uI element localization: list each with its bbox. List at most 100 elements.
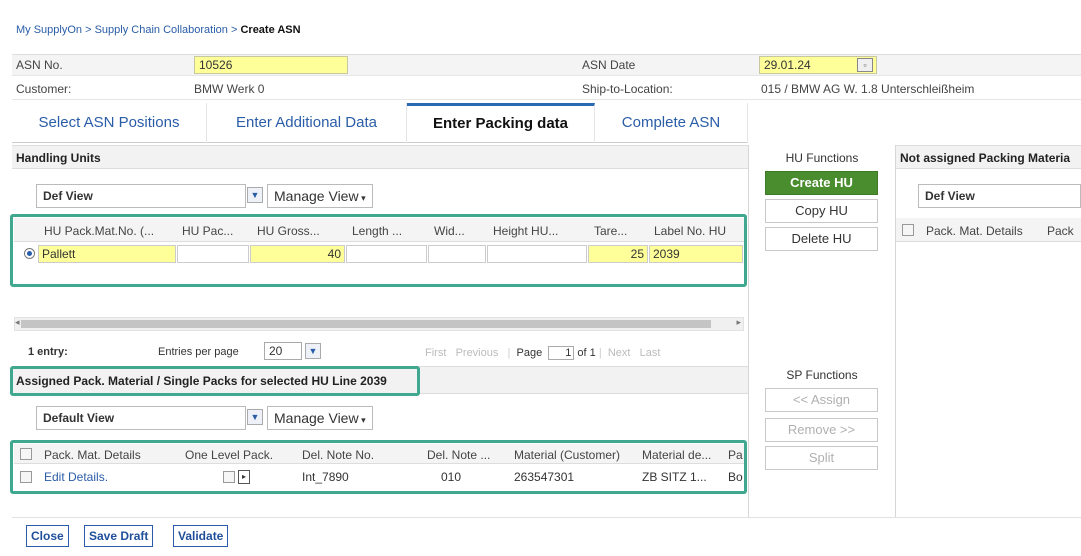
document-icon[interactable]: ▸ [238, 470, 250, 484]
breadcrumb: My SupplyOn > Supply Chain Collaboration… [16, 24, 301, 36]
footer-divider [12, 517, 1081, 518]
hu-cell-gross[interactable]: 40 [250, 245, 345, 263]
radio-dot-icon [27, 251, 32, 256]
hu-col-label-no[interactable]: Label No. HU [654, 224, 742, 238]
validate-button[interactable]: Validate [173, 525, 229, 547]
not-assigned-select-all-checkbox[interactable] [902, 224, 914, 236]
select-all-checkbox[interactable] [20, 448, 32, 460]
chevron-down-icon[interactable]: ▼ [247, 409, 263, 425]
ship-to-label: Ship-to-Location: [582, 82, 673, 96]
customer-label: Customer: [16, 82, 72, 96]
hu-cell-label-no[interactable]: 2039 [649, 245, 743, 263]
divider [895, 145, 896, 517]
pager-previous[interactable]: Previous [456, 347, 499, 359]
tab-select-asn-positions[interactable]: Select ASN Positions [12, 103, 207, 143]
close-button[interactable]: Close [26, 525, 69, 547]
breadcrumb-separator: > [85, 24, 92, 36]
breadcrumb-mysupplyon[interactable]: My SupplyOn [16, 24, 82, 36]
pager-page-label: Page [516, 347, 543, 359]
caret-down-icon: ▾ [358, 415, 366, 425]
pager-first[interactable]: First [425, 347, 446, 359]
one-level-pack-checkbox[interactable] [223, 471, 235, 483]
wizard-tabs: Select ASN Positions Enter Additional Da… [12, 103, 748, 143]
assigned-col-details[interactable]: Pack. Mat. Details [44, 448, 141, 462]
hu-col-tare[interactable]: Tare... [594, 224, 646, 238]
save-draft-button[interactable]: Save Draft [84, 525, 154, 547]
caret-down-icon: ▾ [358, 193, 366, 203]
ship-to-value: 015 / BMW AG W. 1.8 Unterschleißheim [761, 82, 975, 96]
assigned-cell-del-note-no: Int_7890 [302, 470, 349, 484]
hu-col-length[interactable]: Length ... [352, 224, 422, 238]
entries-per-page-select[interactable]: 20 [264, 342, 302, 360]
pager: First Previous | Page 1 of 1 | Next Last [425, 346, 660, 360]
assigned-manage-view-button[interactable]: Manage View ▾ [267, 406, 373, 430]
assigned-col-pa[interactable]: Pa [728, 448, 744, 462]
assign-button[interactable]: << Assign [765, 388, 878, 412]
hu-cell-length[interactable] [346, 245, 427, 263]
scrollbar-thumb[interactable] [21, 320, 711, 328]
create-hu-button[interactable]: Create HU [765, 171, 878, 195]
hu-col-pack-mat[interactable]: HU Pack.Mat.No. (... [44, 224, 170, 238]
breadcrumb-supply-chain[interactable]: Supply Chain Collaboration [95, 24, 228, 36]
not-assigned-col-details[interactable]: Pack. Mat. Details [926, 224, 1023, 238]
hu-row-radio[interactable] [24, 248, 35, 259]
not-assigned-view-select[interactable]: Def View [918, 184, 1081, 208]
asn-date-value: 29.01.24 [764, 58, 811, 72]
hu-cell-pack-mat[interactable]: Pallett [38, 245, 176, 263]
hu-cell-height[interactable] [487, 245, 587, 263]
hu-col-width[interactable]: Wid... [434, 224, 486, 238]
pager-separator: | [507, 347, 511, 359]
chevron-down-icon[interactable]: ▼ [305, 343, 321, 359]
hu-cell-tare[interactable]: 25 [588, 245, 648, 263]
assigned-cell-del-note-item: 010 [441, 470, 462, 484]
row-checkbox[interactable] [20, 471, 32, 483]
delete-hu-button[interactable]: Delete HU [765, 227, 878, 251]
assigned-col-material-desc[interactable]: Material de... [642, 448, 712, 462]
pager-next[interactable]: Next [608, 347, 631, 359]
assigned-cell-pa: Bo [728, 470, 743, 484]
scroll-right-icon[interactable]: ▸ [736, 317, 741, 328]
entries-per-page-label: Entries per page [158, 346, 239, 358]
assigned-col-del-note-item[interactable]: Del. Note ... [427, 448, 499, 462]
breadcrumb-current: Create ASN [240, 24, 301, 36]
assigned-col-material-customer[interactable]: Material (Customer) [514, 448, 620, 462]
asn-no-label: ASN No. [16, 58, 63, 72]
assigned-cell-material-customer: 263547301 [514, 470, 575, 484]
scroll-left-icon[interactable]: ◂ [15, 317, 20, 328]
assigned-col-del-note-no[interactable]: Del. Note No. [302, 448, 374, 462]
assigned-view-select[interactable]: Default View [36, 406, 246, 430]
tab-enter-additional-data[interactable]: Enter Additional Data [207, 103, 407, 143]
assigned-col-one-level[interactable]: One Level Pack. [185, 448, 273, 462]
tab-complete-asn[interactable]: Complete ASN [595, 103, 748, 143]
hu-col-gross[interactable]: HU Gross... [257, 224, 337, 238]
hu-entry-count: 1 entry: [28, 346, 68, 358]
hu-col-hu-pac[interactable]: HU Pac... [182, 224, 248, 238]
remove-button[interactable]: Remove >> [765, 418, 878, 442]
split-button[interactable]: Split [765, 446, 878, 470]
hu-view-select[interactable]: Def View [36, 184, 246, 208]
copy-hu-button[interactable]: Copy HU [765, 199, 878, 223]
tab-enter-packing-data[interactable]: Enter Packing data [407, 103, 595, 143]
sp-functions-title: SP Functions [786, 368, 858, 382]
manage-view-label: Manage View [274, 410, 359, 426]
pager-last[interactable]: Last [640, 347, 661, 359]
hu-col-height[interactable]: Height HU... [493, 224, 585, 238]
handling-units-header [12, 145, 748, 169]
hu-functions-title: HU Functions [785, 151, 859, 165]
pager-page-input[interactable]: 1 [548, 346, 575, 360]
divider [748, 145, 749, 517]
asn-no-field[interactable]: 10526 [194, 56, 348, 74]
hu-horizontal-scrollbar[interactable]: ◂ ▸ [14, 317, 744, 331]
not-assigned-col-pack[interactable]: Pack [1047, 224, 1081, 238]
hu-cell-hu-pac[interactable] [177, 245, 249, 263]
hu-manage-view-button[interactable]: Manage View ▾ [267, 184, 373, 208]
assigned-title: Assigned Pack. Material / Single Packs f… [16, 374, 387, 388]
chevron-down-icon[interactable]: ▼ [247, 187, 263, 203]
asn-header-row [12, 54, 1081, 76]
assigned-cell-material-desc: ZB SITZ 1... [642, 470, 707, 484]
breadcrumb-separator: > [230, 24, 238, 36]
calendar-icon[interactable]: ▫ [857, 58, 873, 72]
hu-cell-width[interactable] [428, 245, 486, 263]
customer-value: BMW Werk 0 [194, 82, 265, 96]
edit-details-link[interactable]: Edit Details. [44, 470, 108, 484]
